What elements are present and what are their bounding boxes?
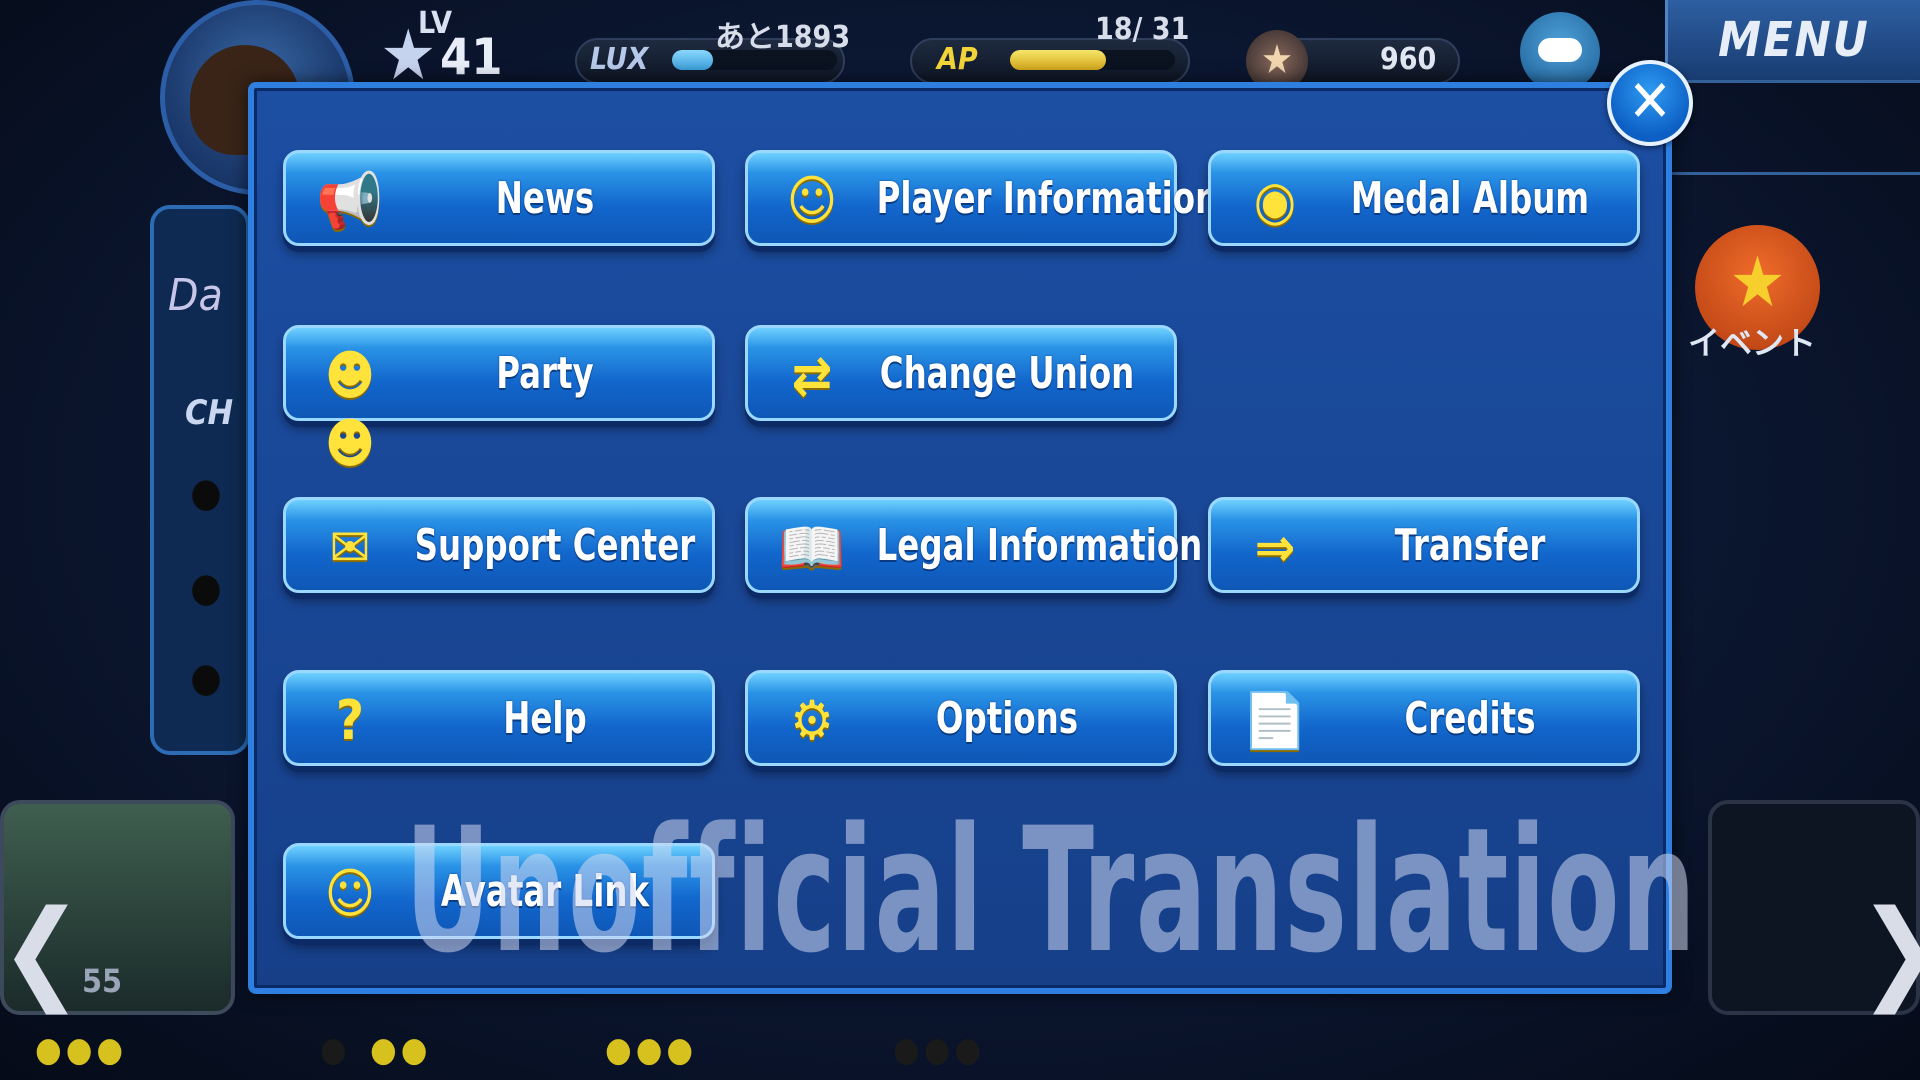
gear-icon: ⚙ <box>790 689 834 752</box>
ap-label: AP <box>937 42 978 77</box>
party-label: Party <box>496 348 594 399</box>
lux-label: LUX <box>590 42 649 77</box>
ap-fill <box>1010 50 1106 70</box>
options-label: Options <box>935 693 1079 744</box>
support-center-button[interactable]: ✉ Support Center <box>283 497 715 593</box>
ap-count: 18/ 31 <box>1095 12 1190 47</box>
document-icon: 📄 <box>1241 689 1309 752</box>
lux-remaining: あと1893 <box>715 20 851 55</box>
union-swap-icon: ⇄ <box>791 344 833 407</box>
jewel-count: 960 <box>1380 42 1437 77</box>
help-button[interactable]: ? Help <box>283 670 715 766</box>
support-center-label: Support Center <box>414 520 696 571</box>
left-arrow-icon[interactable]: ❮ <box>0 880 83 1020</box>
mickey-icon: ● <box>190 470 222 516</box>
transfer-button[interactable]: ⇒ Transfer <box>1208 497 1640 593</box>
megaphone-icon: 📢 <box>316 169 384 232</box>
options-button[interactable]: ⚙ Options <box>745 670 1177 766</box>
level-value: 41 <box>440 28 503 86</box>
help-label: Help <box>503 693 587 744</box>
credits-button[interactable]: 📄 Credits <box>1208 670 1640 766</box>
medal-slots-icon: ●●● <box>893 1030 986 1070</box>
smiley-icon: ☺ <box>786 169 838 232</box>
left-tab-label: CH <box>185 393 234 433</box>
right-frame <box>1670 80 1920 175</box>
translation-watermark: Unofficial Translation <box>405 790 1698 991</box>
envelope-icon: ✉ <box>329 516 371 579</box>
avatar-link-icon: ☺ <box>324 862 376 925</box>
change-union-label: Change Union <box>879 348 1135 399</box>
news-label: News <box>495 173 595 224</box>
event-label: イベント <box>1688 324 1817 362</box>
medal-slots-icon: ● <box>320 1030 351 1070</box>
menu-button[interactable]: MENU <box>1665 0 1920 80</box>
legal-information-button[interactable]: 📖 Legal Information <box>745 497 1203 593</box>
change-union-button[interactable]: ⇄ Change Union <box>745 325 1177 421</box>
game-logo-icon: Da <box>168 270 223 321</box>
legal-information-label: Legal Information <box>876 520 1203 571</box>
chat-icon[interactable] <box>1520 12 1600 92</box>
medal-slots-icon: ●● <box>370 1030 432 1070</box>
party-button[interactable]: ☻☻ Party <box>283 325 715 475</box>
transfer-label: Transfer <box>1394 520 1546 571</box>
medal-slots-icon: ●●● <box>605 1030 698 1070</box>
medal-album-label: Medal Album <box>1350 173 1590 224</box>
credits-label: Credits <box>1404 693 1536 744</box>
medal-slots-icon: ●●● <box>35 1030 128 1070</box>
player-information-button[interactable]: ☺ Player Information <box>745 150 1219 246</box>
medal-album-button[interactable]: ◉ Medal Album <box>1208 150 1640 246</box>
question-icon: ? <box>335 689 365 752</box>
party-icon: ☻☻ <box>324 344 376 475</box>
player-information-label: Player Information <box>876 173 1219 224</box>
card-count: 55 <box>82 962 123 1000</box>
mickey-icon: ● <box>190 565 222 611</box>
right-arrow-icon[interactable]: ❯ <box>1858 880 1920 1020</box>
close-button[interactable]: ✕ <box>1607 60 1693 146</box>
medal-icon: ◉ <box>1253 169 1297 232</box>
book-icon: 📖 <box>778 516 846 579</box>
lux-fill <box>672 50 713 70</box>
news-button[interactable]: 📢 News <box>283 150 715 246</box>
transfer-icon: ⇒ <box>1254 516 1296 579</box>
mickey-icon: ● <box>190 655 222 701</box>
